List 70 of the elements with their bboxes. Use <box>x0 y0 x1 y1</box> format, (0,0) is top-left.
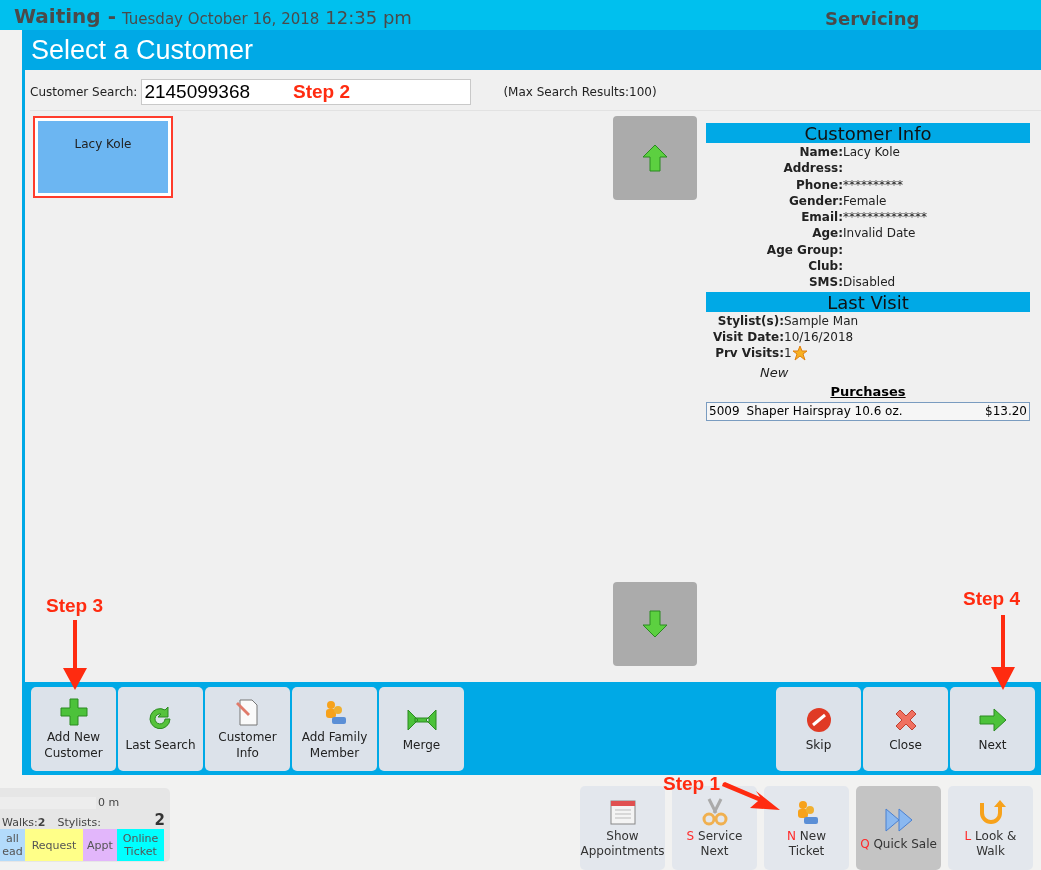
action-button[interactable]: L Look & Walk <box>948 786 1033 870</box>
time-text: 12:35 pm <box>325 7 412 28</box>
toolbar-button[interactable]: Merge <box>379 686 464 771</box>
toolbar-button[interactable]: Skip <box>776 686 861 771</box>
stylists-label: Stylists: <box>57 816 101 829</box>
scroll-down-button[interactable] <box>613 582 697 666</box>
visit-status: New <box>759 364 790 382</box>
category-tag[interactable]: Request <box>25 829 83 861</box>
calendar-icon <box>607 797 638 827</box>
category-tag[interactable]: all ead <box>0 829 25 861</box>
action-button[interactable]: Show Appointments <box>580 786 665 870</box>
purchases-title: Purchases <box>829 383 907 399</box>
scroll-up-button[interactable] <box>613 116 697 200</box>
arrow-down-icon <box>640 609 670 639</box>
field-value: Sample Man <box>784 312 859 329</box>
arrow-up-icon <box>640 143 670 173</box>
field-label: Age: <box>811 225 843 242</box>
customer-tile[interactable]: Lacy Kole <box>33 116 173 198</box>
section-header: Last Visit <box>706 291 1030 312</box>
category-tag[interactable]: Online Ticket <box>117 829 164 861</box>
item-price: $13.20 <box>985 403 1027 419</box>
plus-icon <box>58 696 89 727</box>
field-value: Invalid Date <box>843 225 916 242</box>
field-label: Prv Visits: <box>714 345 784 362</box>
search-label: Customer Search: <box>30 85 138 99</box>
annotation-arrow <box>60 620 90 690</box>
field-value: Female <box>843 192 887 210</box>
toolbar-button[interactable]: Customer Info <box>205 686 290 771</box>
field-value: 1 <box>784 345 792 362</box>
walks-count: 2 <box>37 816 46 829</box>
dialog-title: Select a Customer <box>30 33 255 67</box>
annotation-arrow <box>722 782 782 812</box>
date-text: Tuesday October 16, 2018 <box>121 10 320 28</box>
item-code: 5009 <box>709 403 740 419</box>
star-icon <box>791 345 808 362</box>
field-label: Stylist(s): <box>716 312 784 329</box>
field-label: Club: <box>807 258 843 275</box>
field-label: Gender: <box>788 192 843 210</box>
field-value: Disabled <box>843 274 896 291</box>
field-value: ************** <box>843 209 927 226</box>
category-tag[interactable]: Appt <box>83 829 117 861</box>
field-value: 10/16/2018 <box>784 328 854 346</box>
action-button[interactable]: Q Quick Sale <box>856 786 941 870</box>
purchase-row[interactable]: 5009 Shaper Hairspray 10.6 oz. $13.20 <box>706 401 1030 421</box>
toolbar-button[interactable]: Add New Customer <box>31 686 116 771</box>
field-label: Email: <box>800 209 843 226</box>
section-title: Servicing <box>825 8 921 29</box>
field-label: Visit Date: <box>711 328 784 346</box>
field-value: ********** <box>843 176 903 193</box>
field-label: Address: <box>782 160 843 177</box>
toolbar-button[interactable]: Close <box>863 686 948 771</box>
toolbar-button[interactable]: Last Search <box>118 686 203 771</box>
section-header: Customer Info <box>706 123 1030 143</box>
field-label: SMS: <box>807 274 843 291</box>
search-note: (Max Search Results:100) <box>503 85 657 99</box>
stylists-count: 2 <box>154 811 165 829</box>
status-title: Waiting - <box>14 4 116 28</box>
step-annotation: Step 2 <box>293 81 351 103</box>
field-label: Phone: <box>794 176 843 193</box>
step-annotation: Step 3 <box>46 595 104 617</box>
step-annotation: Step 4 <box>963 588 1021 610</box>
item-name: Shaper Hairspray 10.6 oz. <box>746 403 903 419</box>
wait-time: 0 m <box>98 796 120 809</box>
walks-label: Walks: <box>2 816 38 829</box>
field-label: Name: <box>798 144 843 161</box>
toolbar-button[interactable]: Add Family Member <box>292 686 377 771</box>
field-label: Age Group: <box>765 241 843 259</box>
action-button[interactable]: N New Ticket <box>764 786 849 870</box>
field-value: Lacy Kole <box>843 144 900 161</box>
toolbar-button[interactable]: Next <box>950 686 1035 771</box>
